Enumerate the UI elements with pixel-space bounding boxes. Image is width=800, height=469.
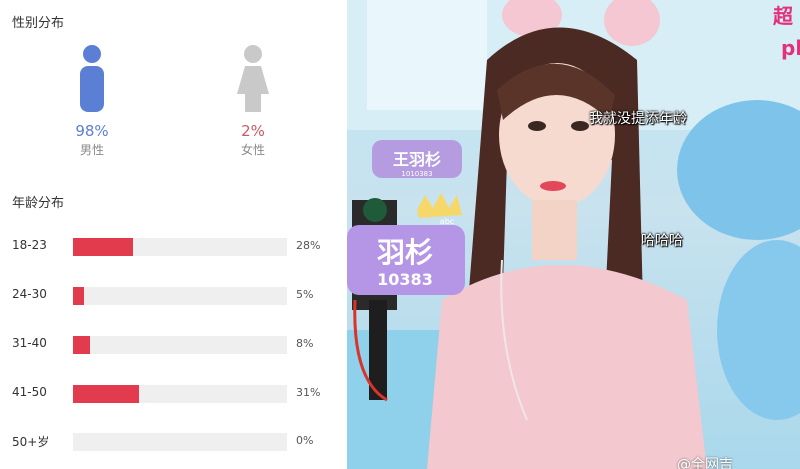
nameplate-mic-id: 10383 xyxy=(377,270,433,289)
age-range-label: 18-23 xyxy=(12,238,47,252)
age-row: 50+岁 0% xyxy=(0,430,347,454)
age-range-label: 24-30 xyxy=(12,287,47,301)
male-percent: 98% xyxy=(75,122,109,140)
male-label: 男性 xyxy=(79,143,104,157)
age-range-label: 41-50 xyxy=(12,385,47,399)
age-bar-track xyxy=(73,433,287,451)
stream-overlay-text: 超 xyxy=(773,4,793,28)
age-percent: 28% xyxy=(296,239,321,252)
female-label: 女性 xyxy=(240,143,265,157)
age-percent: 5% xyxy=(296,288,314,301)
age-percent: 8% xyxy=(296,337,314,350)
age-section-title: 年龄分布 xyxy=(12,196,65,211)
age-bar-fill xyxy=(73,238,133,256)
age-range-label: 31-40 xyxy=(12,336,47,350)
female-percent: 2% xyxy=(241,122,265,140)
age-bar-track xyxy=(73,238,287,256)
streamer-scene-illustration: 王羽杉 1010383 羽杉 10383 abc xyxy=(347,0,800,469)
age-row: 41-50 31% xyxy=(0,382,347,406)
age-percent: 31% xyxy=(296,386,321,399)
nameplate-mic-text: 羽杉 xyxy=(377,236,433,269)
age-bar-track xyxy=(73,287,287,305)
danmaku-comment: 哈哈哈 xyxy=(641,233,683,249)
nameplate-top-text: 王羽杉 xyxy=(393,150,441,169)
gender-section-title: 性别分布 xyxy=(12,16,65,31)
age-row: 24-30 5% xyxy=(0,284,347,308)
age-bar-track xyxy=(73,385,287,403)
age-bar-fill xyxy=(73,385,140,403)
audience-stats-panel: 性别分布 98% 男性 2% 女性 年龄分布 18-23 28% 24-30 5… xyxy=(0,0,347,469)
age-bar-fill xyxy=(73,336,91,354)
nameplate-top-id: 1010383 xyxy=(401,170,432,178)
danmaku-comment: 我就没提添年龄 xyxy=(589,111,687,127)
female-person-icon xyxy=(237,45,269,112)
age-bar-fill xyxy=(73,287,84,305)
female-stat: 2% 女性 xyxy=(218,44,288,158)
male-person-icon xyxy=(80,45,104,112)
stream-video-frame: 王羽杉 1010383 羽杉 10383 abc 我就没提添年龄 哈哈哈 超 p… xyxy=(347,0,800,469)
source-watermark: @全网吉 xyxy=(677,457,733,469)
nameplate-mic-tag: abc xyxy=(440,217,454,226)
age-bar-track xyxy=(73,336,287,354)
age-row: 31-40 8% xyxy=(0,333,347,357)
male-stat: 98% 男性 xyxy=(57,44,127,158)
age-percent: 0% xyxy=(296,434,314,447)
stream-overlay-text: pl xyxy=(781,36,800,60)
age-row: 18-23 28% xyxy=(0,235,347,259)
age-range-label: 50+岁 xyxy=(12,435,50,449)
